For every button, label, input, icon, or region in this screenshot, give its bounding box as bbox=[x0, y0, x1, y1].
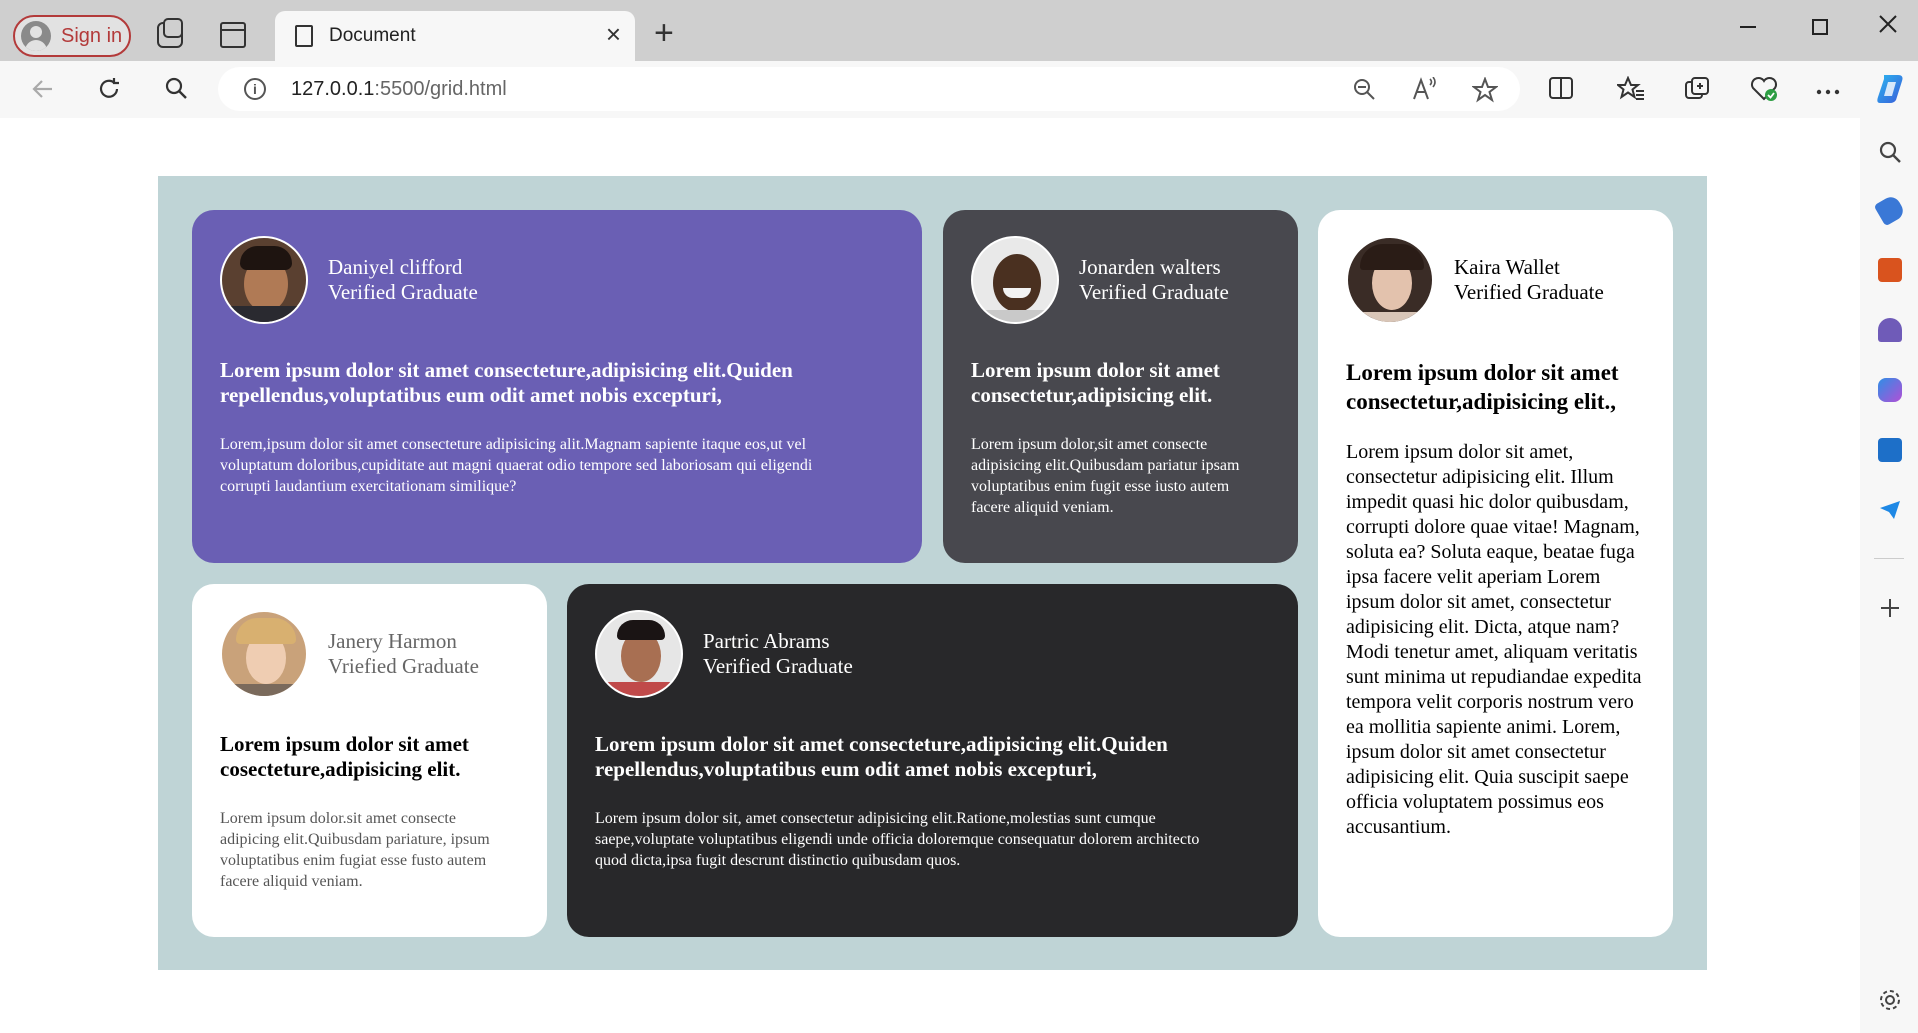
toolbox-icon[interactable] bbox=[1878, 258, 1902, 282]
avatar bbox=[1346, 236, 1434, 324]
tab-document[interactable]: Document × bbox=[275, 11, 635, 61]
verified-badge: Verified Graduate bbox=[1079, 280, 1229, 304]
testimonial-card-janery: Janery Harmon Vriefied Graduate Lorem ip… bbox=[192, 584, 547, 937]
url-path: :5500/grid.html bbox=[374, 78, 507, 100]
tab-bar: Sign in Document × + bbox=[0, 0, 1918, 61]
back-icon[interactable] bbox=[30, 76, 56, 106]
card-heading: Lorem ipsum dolor sit amet consectetur,a… bbox=[971, 358, 1220, 407]
sidebar-divider bbox=[1874, 558, 1904, 559]
tab-actions-icon[interactable] bbox=[220, 22, 246, 48]
sidebar-search-icon[interactable] bbox=[1878, 140, 1902, 164]
author-name: Janery Harmon bbox=[328, 629, 457, 653]
read-aloud-icon[interactable] bbox=[1412, 76, 1438, 107]
url-host: 127.0.0.1 bbox=[291, 78, 375, 100]
testimonial-card-partric: Partric Abrams Verified Graduate Lorem i… bbox=[567, 584, 1298, 937]
author-name: Jonarden walters bbox=[1079, 255, 1221, 279]
avatar bbox=[220, 236, 308, 324]
collections-icon[interactable] bbox=[1684, 76, 1710, 109]
avatar bbox=[220, 610, 308, 698]
tab-title: Document bbox=[329, 25, 416, 46]
url-field[interactable]: i 127.0.0.1:5500/grid.html bbox=[218, 67, 1520, 111]
card-body: Lorem ipsum dolor,sit amet consecte adip… bbox=[971, 436, 1240, 516]
card-heading: Lorem ipsum dolor sit amet consecteture,… bbox=[595, 732, 1168, 781]
card-heading: Lorem ipsum dolor sit amet consectetur,a… bbox=[1346, 360, 1619, 414]
send-icon[interactable] bbox=[1878, 498, 1902, 522]
browser-essentials-icon[interactable] bbox=[1750, 76, 1778, 109]
close-window-icon[interactable] bbox=[1878, 9, 1898, 41]
outlook-icon[interactable] bbox=[1878, 438, 1902, 462]
card-body: Lorem ipsum dolor.sit amet consecte adip… bbox=[220, 810, 490, 890]
testimonial-card-kaira: Kaira Wallet Verified Graduate Lorem ips… bbox=[1318, 210, 1673, 937]
author-name: Daniyel clifford bbox=[328, 255, 463, 279]
card-heading: Lorem ipsum dolor sit amet cosecteture,a… bbox=[220, 732, 469, 781]
plus-icon[interactable] bbox=[1878, 596, 1902, 620]
document-icon bbox=[295, 25, 313, 47]
favorite-star-icon[interactable] bbox=[1471, 76, 1499, 109]
verified-badge: Verified Graduate bbox=[1454, 280, 1604, 304]
zoom-out-icon[interactable] bbox=[1352, 77, 1376, 107]
author-name: Partric Abrams bbox=[703, 629, 830, 653]
edge-sidebar bbox=[1860, 118, 1918, 1033]
profile-icon bbox=[21, 21, 51, 51]
copilot-icon[interactable] bbox=[1874, 72, 1908, 113]
verified-badge: Verified Graduate bbox=[328, 280, 478, 304]
author-name: Kaira Wallet bbox=[1454, 255, 1560, 279]
verified-badge: Verified Graduate bbox=[703, 654, 853, 678]
sign-in-button[interactable]: Sign in bbox=[13, 15, 131, 57]
reload-icon[interactable] bbox=[96, 76, 122, 106]
card-body: Lorem,ipsum dolor sit amet consecteture … bbox=[220, 436, 813, 495]
m365-icon[interactable] bbox=[1878, 378, 1902, 402]
split-screen-icon[interactable] bbox=[1548, 76, 1574, 107]
site-info-icon[interactable]: i bbox=[244, 78, 266, 100]
card-body: Lorem ipsum dolor sit, amet consectetur … bbox=[595, 810, 1200, 869]
close-tab-icon[interactable]: × bbox=[606, 21, 621, 47]
more-menu-icon[interactable] bbox=[1816, 72, 1840, 103]
card-heading: Lorem ipsum dolor sit amet consecteture,… bbox=[220, 358, 793, 407]
card-body: Lorem ipsum dolor sit amet, consectetur … bbox=[1346, 441, 1642, 838]
games-icon[interactable] bbox=[1878, 318, 1902, 342]
verified-badge: Vriefied Graduate bbox=[328, 654, 479, 678]
sign-in-label: Sign in bbox=[61, 24, 123, 47]
minimize-icon[interactable] bbox=[1740, 26, 1756, 28]
url-text: 127.0.0.1:5500/grid.html bbox=[291, 78, 507, 101]
search-icon[interactable] bbox=[164, 76, 188, 104]
avatar bbox=[971, 236, 1059, 324]
testimonial-card-daniyel: Daniyel clifford Verified Graduate Lorem… bbox=[192, 210, 922, 563]
workspaces-icon[interactable] bbox=[157, 18, 183, 48]
settings-icon[interactable] bbox=[1878, 988, 1902, 1012]
maximize-icon[interactable] bbox=[1812, 19, 1828, 35]
avatar bbox=[595, 610, 683, 698]
new-tab-button[interactable]: + bbox=[654, 16, 674, 50]
tag-icon[interactable] bbox=[1873, 193, 1907, 227]
favorites-icon[interactable] bbox=[1615, 75, 1645, 109]
testimonial-card-jonarden: Jonarden walters Verified Graduate Lorem… bbox=[943, 210, 1298, 563]
